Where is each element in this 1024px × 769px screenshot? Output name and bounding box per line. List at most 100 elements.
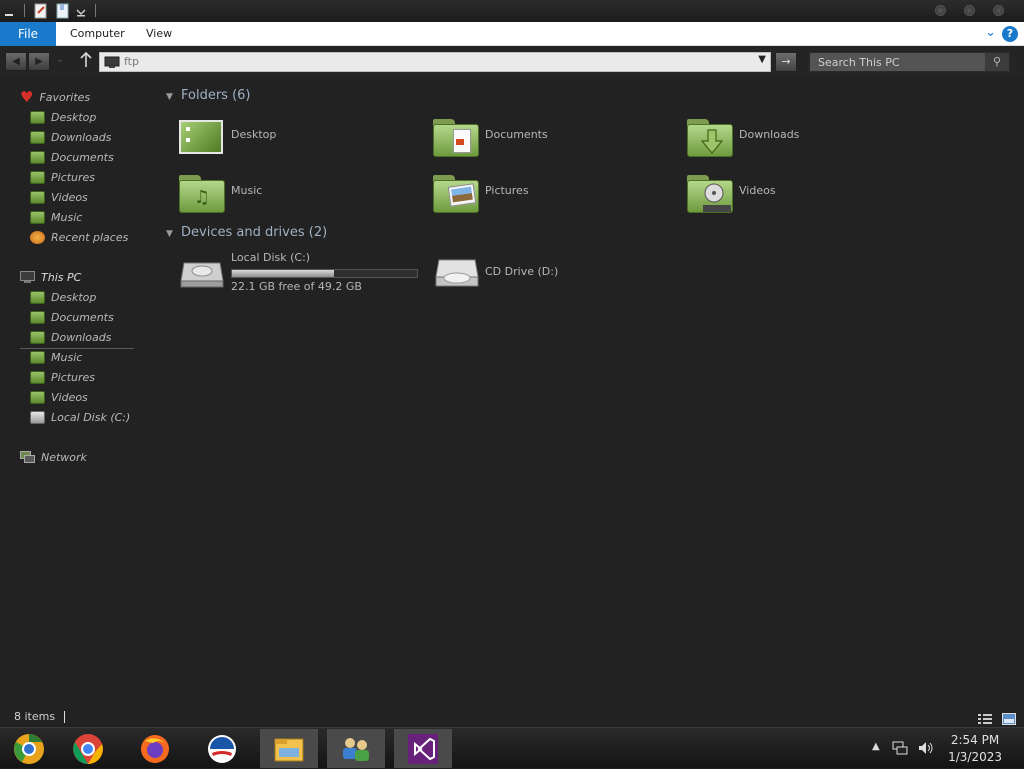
new-folder-icon[interactable] (56, 3, 70, 19)
disk-usage-bar (231, 269, 418, 278)
divider (24, 4, 25, 17)
chrome-canary-icon (14, 733, 44, 764)
sidebar-item-this-pc[interactable]: This PC (20, 268, 81, 286)
sidebar-item-desktop[interactable]: Desktop (30, 108, 96, 126)
taskbar-firefox[interactable] (126, 729, 184, 768)
sidebar-item-pc-videos[interactable]: Videos (30, 388, 88, 406)
sidebar-item-pictures[interactable]: Pictures (30, 168, 95, 186)
search-icon[interactable]: ⚲ (985, 53, 1009, 71)
heart-icon: ♥ (20, 88, 34, 106)
sidebar-item-pc-music[interactable]: Music (30, 348, 82, 366)
back-button[interactable]: ◀ (5, 52, 27, 71)
address-dropdown-icon[interactable]: ▼ (758, 54, 766, 65)
videos-icon (30, 190, 45, 204)
taskbar: ▲ 2:54 PM 1/3/2023 (0, 727, 1024, 768)
sidebar-item-pc-desktop[interactable]: Desktop (30, 288, 96, 306)
properties-icon[interactable] (34, 3, 48, 19)
address-bar[interactable]: ftp ▼ (99, 52, 771, 72)
sidebar-item-local-disk[interactable]: Local Disk (C:) (30, 408, 130, 426)
help-button[interactable]: ? (1002, 26, 1018, 42)
music-icon (30, 350, 45, 364)
recent-places-icon (30, 230, 45, 244)
address-path: ftp (124, 55, 139, 68)
sidebar-item-recent-places[interactable]: Recent places (30, 228, 128, 246)
documents-icon (30, 310, 45, 324)
tab-computer[interactable]: Computer (56, 22, 139, 46)
item-count: 8 items (14, 710, 56, 723)
pictures-icon (30, 170, 45, 184)
taskbar-file-explorer[interactable] (260, 729, 318, 768)
sidebar-item-documents[interactable]: Documents (30, 148, 114, 166)
clock[interactable]: 2:54 PM 1/3/2023 (948, 732, 1002, 766)
sidebar-item-network[interactable]: Network (20, 448, 87, 466)
disk-usage-fill (232, 270, 334, 277)
documents-icon (30, 150, 45, 164)
forward-button[interactable]: ▶ (28, 52, 50, 71)
search-box[interactable]: Search This PC ⚲ (809, 52, 1010, 72)
sidebar-item-music[interactable]: Music (30, 208, 82, 226)
taskbar-chrome[interactable] (59, 729, 117, 768)
file-explorer-icon (274, 738, 304, 761)
taskbar-obama-app[interactable] (193, 729, 251, 768)
ribbon: File Computer View ⌄ ? (0, 22, 1024, 46)
drive-label: Local Disk (C:) (231, 251, 311, 264)
taskbar-chrome-canary[interactable] (0, 729, 58, 768)
videos-folder-icon (687, 175, 733, 213)
expand-ribbon-icon[interactable]: ⌄ (985, 25, 996, 40)
system-menu-icon[interactable] (4, 3, 14, 19)
computer-icon (20, 270, 35, 283)
collapse-folders-icon[interactable]: ▼ (166, 92, 173, 102)
navigation-pane: ♥ Favorites Desktop Downloads Documents … (0, 80, 160, 705)
sidebar-item-pc-pictures[interactable]: Pictures (30, 368, 95, 386)
go-button[interactable]: → (775, 52, 797, 72)
computer-icon (104, 56, 120, 68)
search-input[interactable]: Search This PC (818, 56, 900, 69)
close-button[interactable] (993, 5, 1004, 16)
downloads-folder-icon (687, 119, 733, 157)
music-folder-icon: ♫ (179, 175, 225, 213)
devices-group-header[interactable]: Devices and drives (2) (181, 225, 327, 240)
customize-quick-access-icon[interactable] (76, 3, 86, 19)
up-button[interactable] (79, 51, 93, 73)
taskbar-visual-studio[interactable] (394, 729, 452, 768)
folder-label: Downloads (739, 128, 800, 141)
hard-drive-icon (30, 410, 45, 424)
downloads-icon (30, 130, 45, 144)
maximize-button[interactable] (964, 5, 975, 16)
sidebar-item-downloads[interactable]: Downloads (30, 128, 111, 146)
divider (95, 4, 96, 17)
clock-time: 2:54 PM (950, 733, 1000, 747)
sidebar-item-pc-downloads[interactable]: Downloads (30, 328, 111, 346)
hard-drive-icon (180, 262, 224, 288)
network-status-icon[interactable] (892, 741, 908, 755)
music-icon (30, 210, 45, 224)
videos-icon (30, 390, 45, 404)
folder-label: Desktop (231, 128, 277, 141)
cd-drive-icon (435, 259, 479, 287)
sidebar-item-favorites[interactable]: ♥ Favorites (20, 88, 90, 106)
clock-date: 1/3/2023 (948, 750, 1002, 764)
folder-label: Videos (739, 184, 776, 197)
minimize-button[interactable] (935, 5, 946, 16)
taskbar-people-network[interactable] (327, 729, 385, 768)
tab-view[interactable]: View (132, 22, 186, 46)
desktop-icon (30, 290, 45, 304)
chrome-icon (73, 733, 103, 764)
status-bar: 8 items (0, 707, 1024, 727)
volume-icon[interactable] (918, 741, 934, 755)
folders-group-header[interactable]: Folders (6) (181, 88, 251, 103)
folder-label: Music (231, 184, 263, 197)
recent-locations-icon[interactable]: ⌄ (56, 54, 64, 65)
sidebar-item-pc-documents[interactable]: Documents (30, 308, 114, 326)
desktop-folder-icon (179, 119, 225, 157)
obama-logo-icon (208, 734, 236, 763)
people-network-icon (343, 737, 369, 761)
sidebar-item-videos[interactable]: Videos (30, 188, 88, 206)
firefox-icon (141, 734, 169, 763)
tab-file[interactable]: File (0, 22, 56, 46)
show-hidden-icons-icon[interactable]: ▲ (872, 741, 880, 752)
desktop-icon (30, 110, 45, 124)
visual-studio-icon (408, 733, 438, 764)
collapse-devices-icon[interactable]: ▼ (166, 229, 173, 239)
folder-label: Pictures (485, 184, 529, 197)
